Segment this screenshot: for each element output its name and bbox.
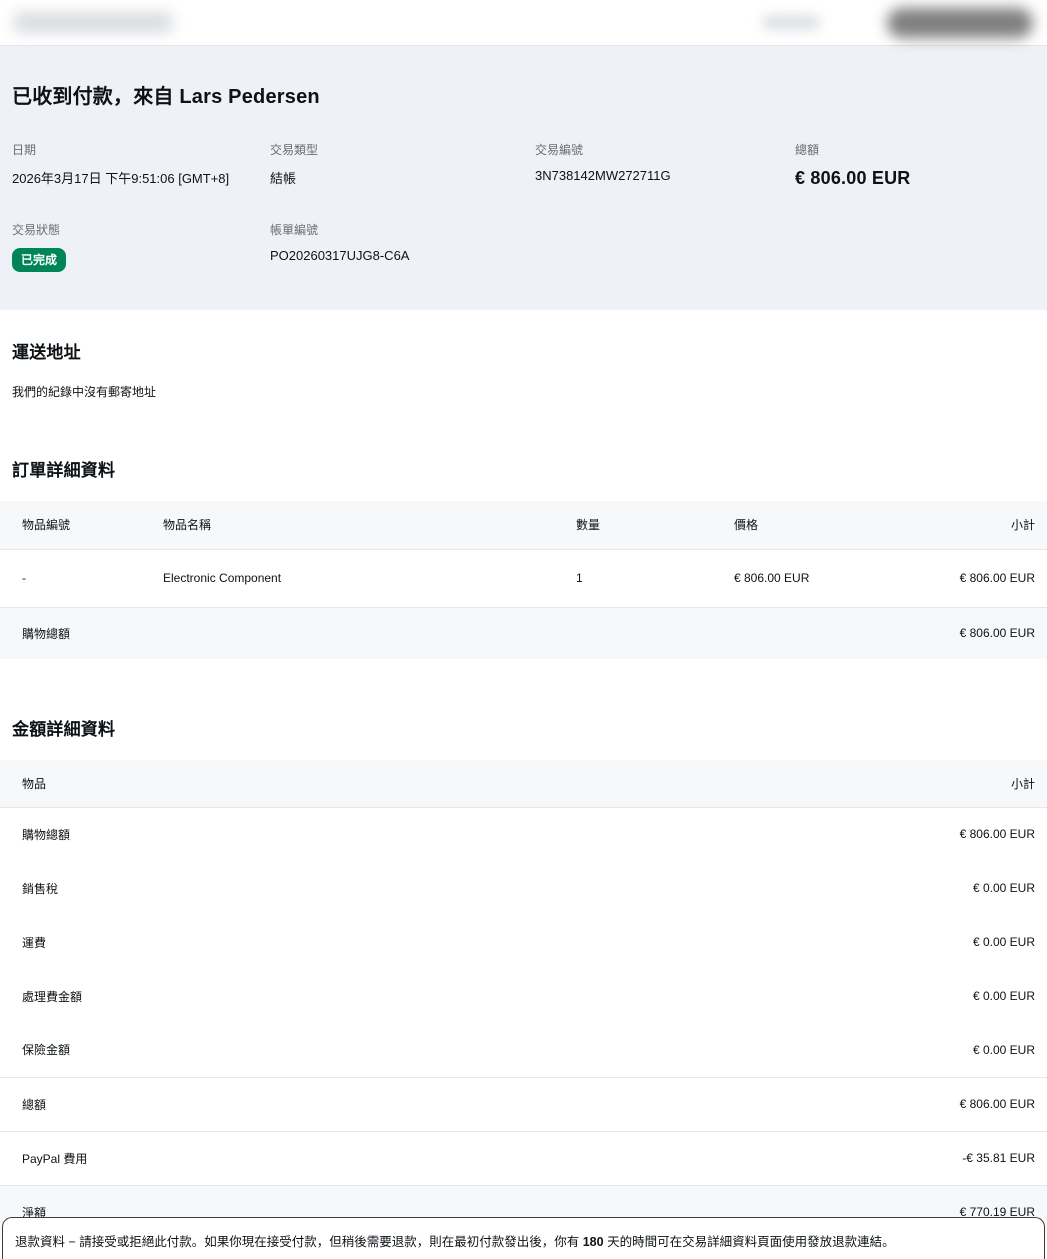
amount-row-value: € 0.00 EUR [972,881,1035,895]
amount-details-table: 物品 小計 購物總額 € 806.00 EUR 銷售稅 € 0.00 EUR 運… [0,760,1047,1239]
shipping-address-heading: 運送地址 [12,343,81,362]
order-details-section: 訂單詳細資料 物品編號 物品名稱 數量 價格 小計 - Electronic C… [0,456,1047,659]
cell-price: € 806.00 EUR [734,571,810,585]
header-right-group [763,7,1033,38]
field-transaction-id-value: 3N738142MW272711G [535,168,671,183]
header-action-button-redacted[interactable] [887,7,1033,38]
amount-row-label: 運費 [22,935,47,950]
cell-subtotal: € 806.00 EUR [959,571,1035,585]
col-price: 價格 [734,518,759,533]
amount-row-label: 保險金額 [22,1043,71,1058]
col-item-name: 物品名稱 [163,518,212,533]
amount-row-label: 總額 [22,1097,47,1112]
header-label-redacted [763,16,819,29]
order-total-label: 購物總額 [22,626,71,641]
field-transaction-type-label: 交易類型 [270,143,319,157]
field-gross-amount-label: 總額 [795,143,820,157]
amount-row-label: 購物總額 [22,827,71,842]
col-subtotal: 小計 [1010,518,1035,533]
amount-details-section: 金額詳細資料 物品 小計 購物總額 € 806.00 EUR 銷售稅 € 0.0… [0,715,1047,1239]
amount-row-value: € 0.00 EUR [972,935,1035,949]
field-date-value: 2026年3月17日 下午9:51:06 [GMT+8] [12,171,230,186]
order-table-row: - Electronic Component 1 € 806.00 EUR € … [0,549,1047,607]
order-table-total-row: 購物總額 € 806.00 EUR [0,607,1047,659]
field-invoice-id: 帳單編號 PO20260317UJG8-C6A [270,221,535,272]
col-item-number: 物品編號 [22,518,71,533]
field-transaction-id-label: 交易編號 [535,143,584,157]
col-item: 物品 [22,776,47,791]
amount-row-paypal-fee: PayPal 費用 -€ 35.81 EUR [0,1131,1047,1185]
amount-row-value: -€ 35.81 EUR [962,1151,1035,1165]
shipping-address-note: 我們的紀錄中沒有郵寄地址 [12,385,157,399]
amount-row-total: 總額 € 806.00 EUR [0,1077,1047,1131]
field-transaction-status: 交易狀態 已完成 [12,221,270,272]
field-transaction-status-label: 交易狀態 [12,223,61,237]
refund-info-banner: 退款資料 − 請接受或拒絕此付款。如果你現在接受付款，但稍後需要退款，則在最初付… [2,1217,1045,1259]
col-quantity: 數量 [576,518,601,533]
merchant-logo-redacted[interactable] [14,12,172,33]
page-title: 已收到付款，來自 Lars Pedersen [12,86,320,108]
field-gross-amount-value: € 806.00 EUR [795,168,911,188]
field-invoice-id-value: PO20260317UJG8-C6A [270,248,410,263]
amount-row-label: 處理費金額 [22,989,83,1004]
amount-row-purchase-total: 購物總額 € 806.00 EUR [0,807,1047,861]
summary-grid: 日期 2026年3月17日 下午9:51:06 [GMT+8] 交易類型 結帳 … [12,141,1035,272]
order-table-header-row: 物品編號 物品名稱 數量 價格 小計 [0,501,1047,549]
field-transaction-id: 交易編號 3N738142MW272711G [535,141,795,189]
amount-row-value: € 0.00 EUR [972,989,1035,1003]
amount-row-value: € 806.00 EUR [959,1097,1035,1111]
col-amount-subtotal: 小計 [1010,776,1035,791]
amount-row-value: € 0.00 EUR [972,1042,1035,1057]
order-total-value: € 806.00 EUR [959,626,1035,641]
amount-details-heading: 金額詳細資料 [12,720,116,739]
refund-days: 180 [582,1235,604,1249]
refund-info-text-tail: 天的時間可在交易詳細資料頁面使用發放退款連結。 [603,1235,895,1249]
field-date-label: 日期 [12,143,37,157]
field-date: 日期 2026年3月17日 下午9:51:06 [GMT+8] [12,141,270,189]
refund-info-text: 退款資料 − 請接受或拒絕此付款。如果你現在接受付款，但稍後需要退款，則在最初付… [15,1235,583,1249]
field-transaction-type-value: 結帳 [270,171,297,186]
field-transaction-type: 交易類型 結帳 [270,141,535,189]
amount-row-shipping: 運費 € 0.00 EUR [0,915,1047,969]
field-invoice-id-label: 帳單編號 [270,223,319,237]
amount-row-value: € 806.00 EUR [959,827,1035,842]
shipping-address-section: 運送地址 我們的紀錄中沒有郵寄地址 [0,338,1047,400]
payment-summary-panel: 已收到付款，來自 Lars Pedersen 日期 2026年3月17日 下午9… [0,46,1047,310]
cell-item-number: - [22,571,26,585]
amount-row-handling: 處理費金額 € 0.00 EUR [0,969,1047,1023]
amount-table-header-row: 物品 小計 [0,760,1047,807]
order-details-heading: 訂單詳細資料 [12,461,116,480]
status-badge: 已完成 [12,248,67,272]
amount-row-insurance: 保險金額 € 0.00 EUR [0,1023,1047,1077]
amount-row-label: PayPal 費用 [22,1151,88,1166]
field-gross-amount: 總額 € 806.00 EUR [795,141,1035,189]
cell-quantity: 1 [576,571,583,585]
cell-item-name: Electronic Component [163,571,282,585]
amount-row-sales-tax: 銷售稅 € 0.00 EUR [0,861,1047,915]
amount-row-label: 銷售稅 [22,881,59,896]
order-details-table: 物品編號 物品名稱 數量 價格 小計 - Electronic Componen… [0,501,1047,659]
top-header [0,0,1047,46]
